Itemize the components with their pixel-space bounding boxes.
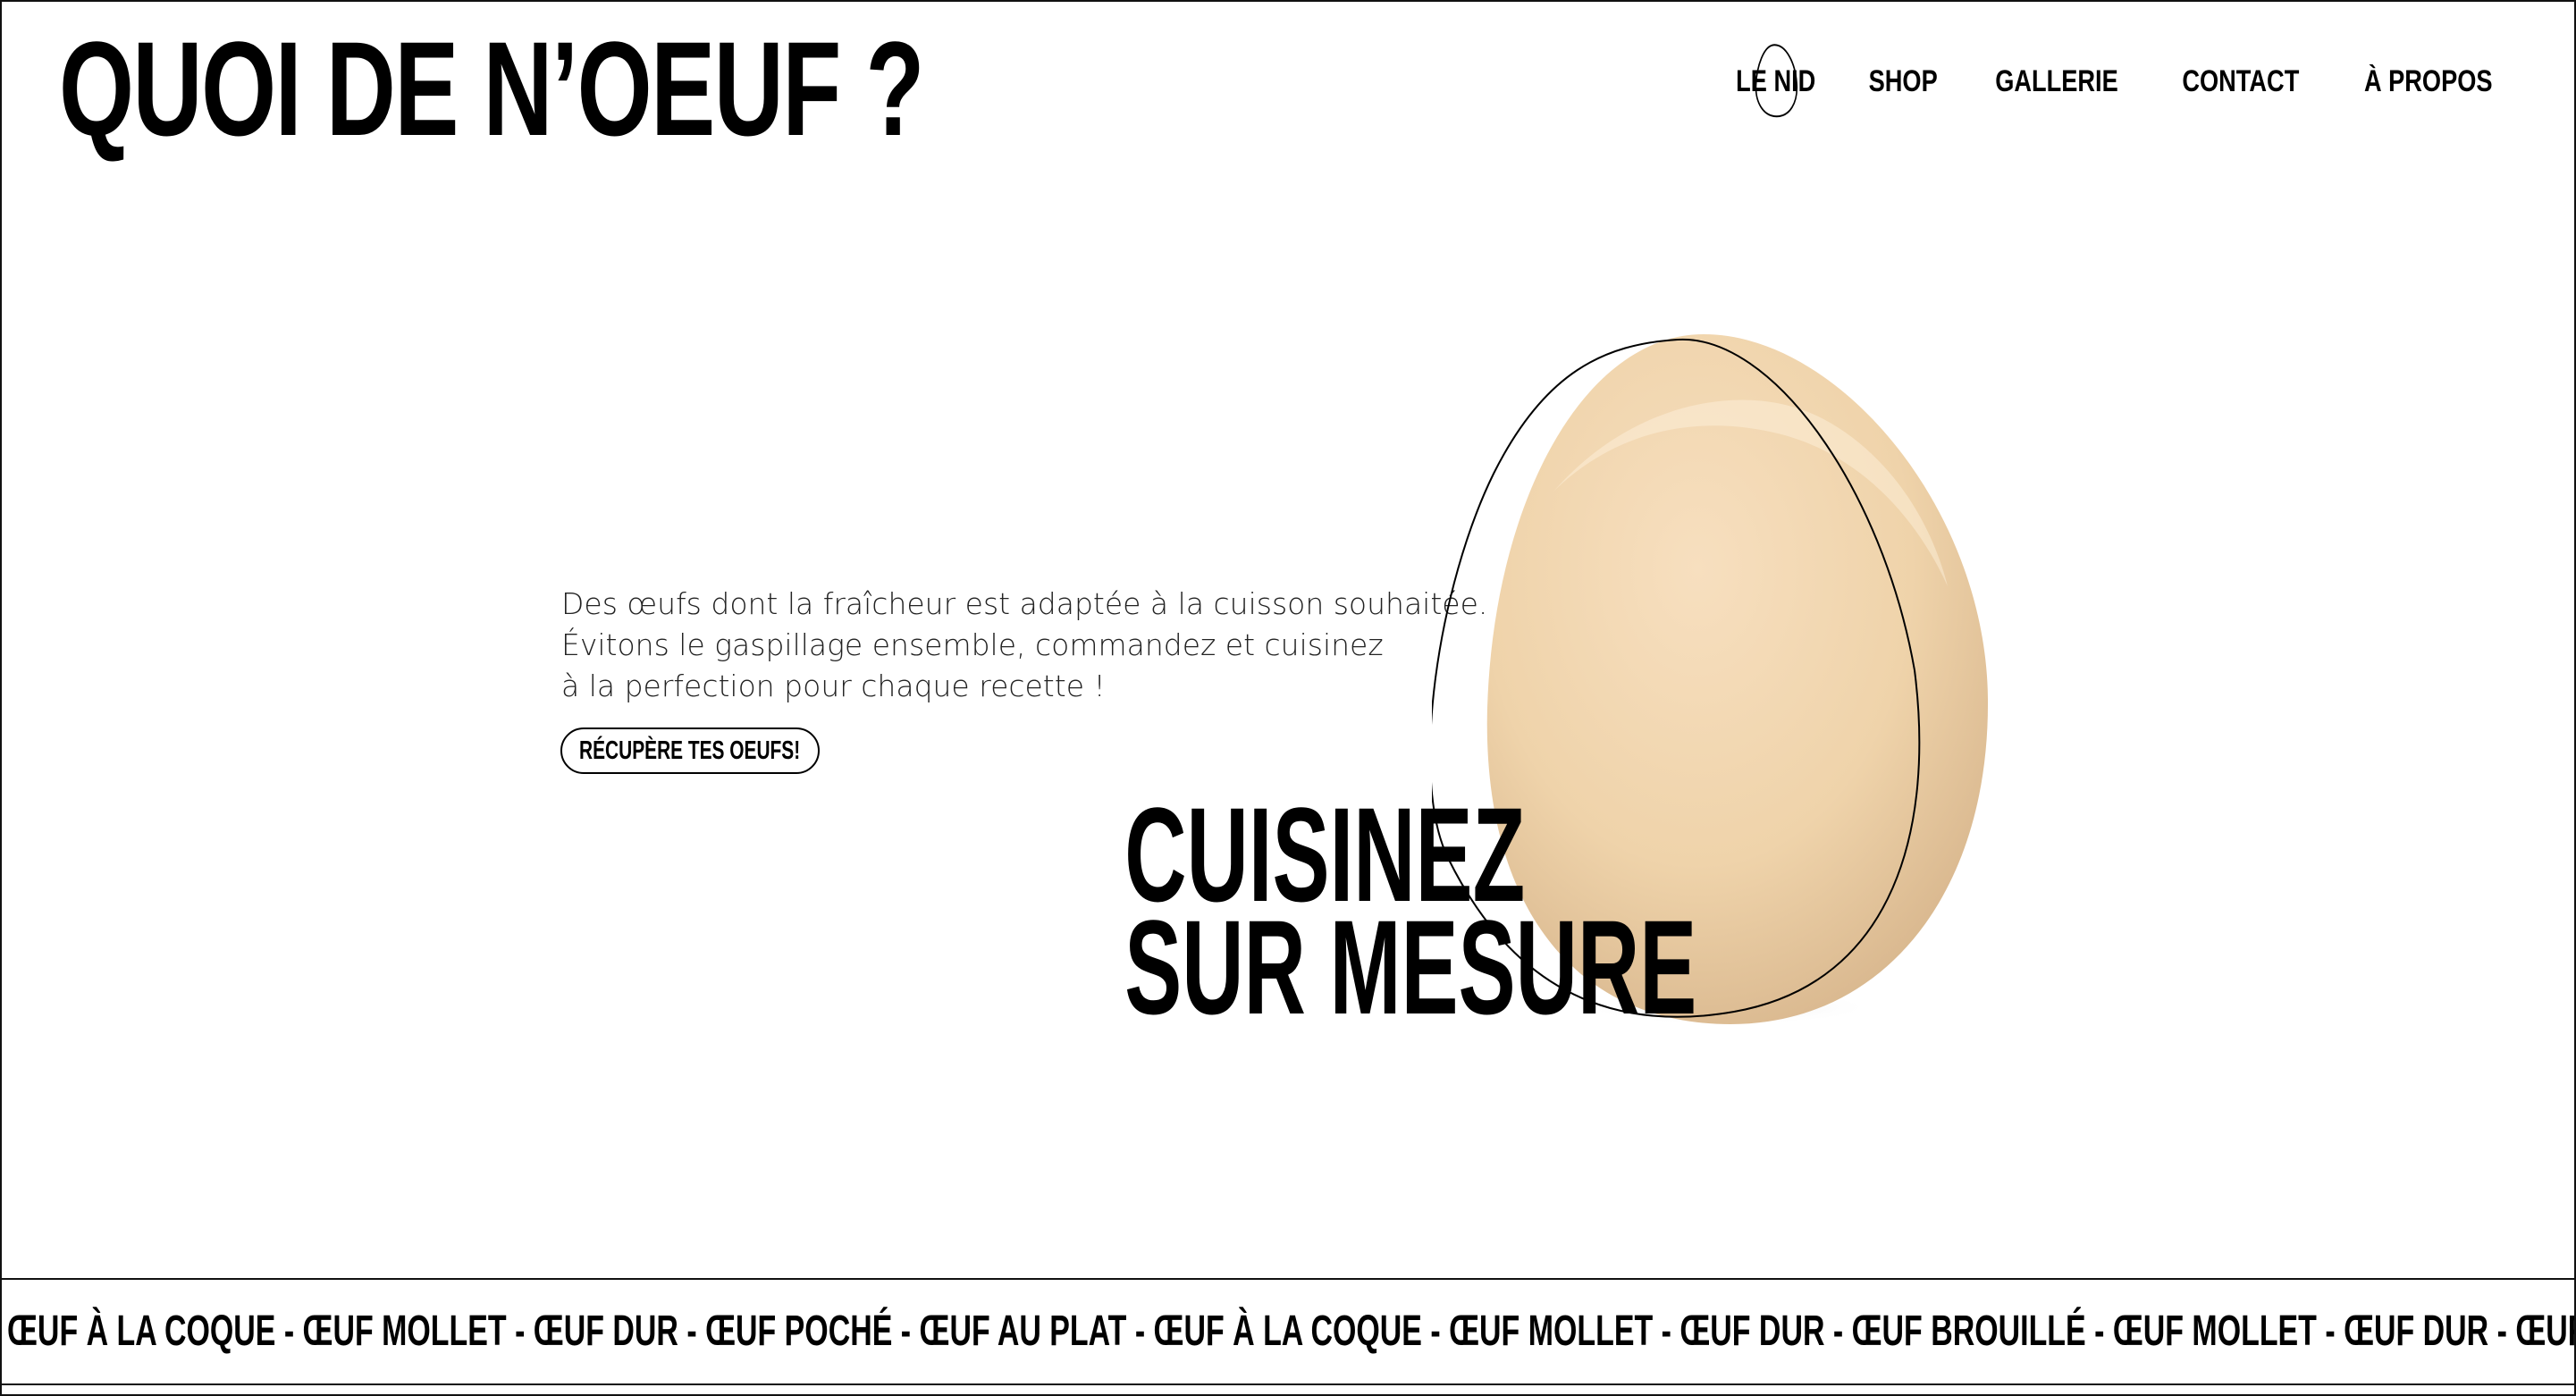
hero-headline-line-2: SUR MESURE bbox=[1124, 892, 1697, 1043]
hero-description: Des œufs dont la fraîcheur est adaptée à… bbox=[561, 584, 1488, 707]
nav-link-a-propos[interactable]: À PROPOS bbox=[2363, 64, 2492, 99]
nav-label-le-nid: LE NID bbox=[1736, 64, 1816, 98]
nav-link-gallerie[interactable]: GALLERIE bbox=[1995, 64, 2118, 99]
recover-eggs-button[interactable]: RÉCUPÈRE TES OEUFS! bbox=[560, 727, 820, 774]
nav-label-contact: CONTACT bbox=[2182, 64, 2300, 98]
cooking-style-list: ŒUF À LA COQUE - ŒUF MOLLET - ŒUF DUR - … bbox=[7, 1308, 2574, 1355]
cooking-style-marquee: ŒUF À LA COQUE - ŒUF MOLLET - ŒUF DUR - … bbox=[2, 1278, 2574, 1385]
page: QUOI DE N’OEUF ? LE NID SHOP GALLERIE CO… bbox=[0, 0, 2576, 1396]
hero-description-line-1: Des œufs dont la fraîcheur est adaptée à… bbox=[561, 586, 1488, 621]
nav-link-contact[interactable]: CONTACT bbox=[2182, 64, 2299, 99]
nav-link-le-nid[interactable]: LE NID bbox=[1736, 43, 1816, 117]
nav-label-gallerie: GALLERIE bbox=[1995, 64, 2118, 98]
hero-description-line-2: Évitons le gaspillage ensemble, commande… bbox=[561, 627, 1384, 662]
hero-headline: CUISINEZ SUR MESURE bbox=[1030, 787, 1697, 1043]
site-logo[interactable]: QUOI DE N’OEUF ? bbox=[59, 21, 924, 156]
nav-label-shop: SHOP bbox=[1868, 64, 1938, 98]
main-navigation: LE NID SHOP GALLERIE CONTACT À PROPOS bbox=[1726, 43, 2508, 117]
nav-label-a-propos: À PROPOS bbox=[2363, 64, 2493, 98]
recover-eggs-label: RÉCUPÈRE TES OEUFS! bbox=[579, 736, 801, 765]
nav-link-shop[interactable]: SHOP bbox=[1868, 64, 1937, 99]
hero-description-line-3: à la perfection pour chaque recette ! bbox=[561, 669, 1106, 703]
